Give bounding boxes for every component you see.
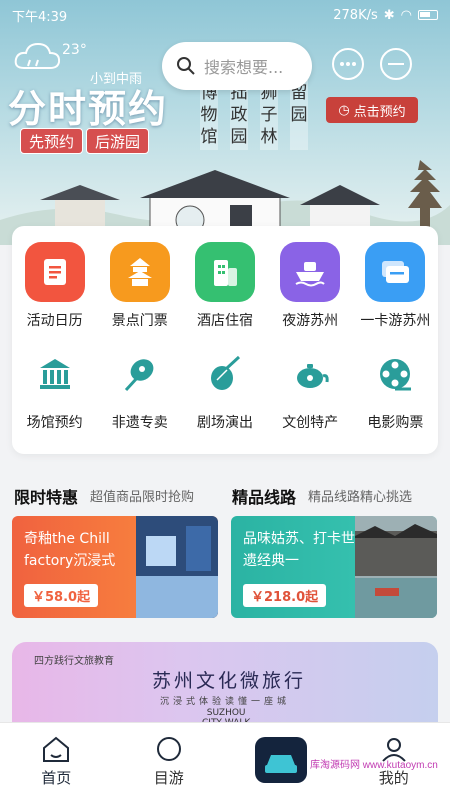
venue-list: 博物馆 拙政园 狮子林 留园 [200, 80, 308, 150]
banner-brand: 四方践行文旅教育 [34, 656, 114, 667]
home-icon [43, 736, 70, 762]
grid-item-night-tour[interactable]: 夜游苏州 [268, 242, 353, 330]
wifi-icon: ◠ [400, 7, 412, 23]
promo-title: 奇釉the Chill factory沉浸式 [24, 531, 116, 569]
pagoda-icon [109, 242, 170, 302]
grid-item-cultural-products[interactable]: 文创特产 [268, 344, 353, 432]
promo-title: 品味姑苏、打卡世遗经典一 [243, 531, 355, 569]
grid-label: 一卡游苏州 [360, 313, 431, 329]
museum-icon [25, 344, 85, 404]
reserve-button-label: 点击预约 [353, 104, 406, 120]
grid-label: 活动日历 [26, 313, 83, 329]
search-icon [177, 57, 195, 75]
grid-label: 酒店住宿 [196, 313, 253, 329]
temperature: 23° [62, 42, 87, 58]
building-icon [194, 242, 255, 302]
grid-item-hotel[interactable]: 酒店住宿 [182, 242, 267, 330]
grid-label: 景点门票 [111, 313, 168, 329]
section-title-flash-sale: 限时特惠 [14, 488, 79, 507]
explore-icon [156, 737, 181, 761]
nav-label: 首页 [41, 769, 72, 787]
reserve-button[interactable]: ◷ 点击预约 [326, 97, 418, 123]
section-subtitle-routes: 精品线路精心挑选 [308, 490, 413, 505]
search-bar[interactable]: 搜索想要... [162, 42, 312, 90]
grid-label: 电影购票 [367, 415, 424, 431]
quick-services-card: 活动日历 景点门票 酒店住宿 夜游苏州 一卡游苏州 场馆预约 非遗专卖 剧场演出… [12, 226, 438, 454]
venue-zhuozheng: 拙政园 [230, 80, 248, 150]
grid-item-activity-calendar[interactable]: 活动日历 [12, 242, 97, 330]
message-icon[interactable] [330, 46, 366, 82]
promo-card-chill-factory[interactable]: 奇釉the Chill factory沉浸式 ￥58.0起 [12, 516, 218, 618]
grid-item-scenic-tickets[interactable]: 景点门票 [97, 242, 182, 330]
status-indicators: 278K/s ✱ ◠ [333, 8, 438, 23]
logo-line-1: SUZHOU [206, 708, 246, 718]
hero-banner[interactable]: 下午4:39 278K/s ✱ ◠ 23° 小到中雨 分时预约 先预约 后游园 … [0, 0, 450, 245]
venue-liuyuan: 留园 [290, 80, 308, 150]
teapot-icon [280, 344, 340, 404]
banner-title: 苏州文化微旅行 [152, 670, 307, 692]
status-time: 下午4:39 [12, 9, 68, 25]
grid-label: 剧场演出 [196, 415, 253, 431]
venue-museum: 博物馆 [200, 80, 218, 150]
nav-item-home[interactable]: 首页 [0, 723, 113, 800]
film-reel-icon [365, 344, 425, 404]
calendar-icon [24, 242, 85, 302]
promo-price: ￥58.0起 [24, 584, 99, 607]
network-speed: 278K/s [333, 7, 378, 23]
watermark: 库淘源码网 www.kutaoym.cn [310, 760, 438, 771]
grid-label: 文创特产 [282, 415, 339, 431]
grid-item-venue-booking[interactable]: 场馆预约 [12, 344, 97, 432]
promo-card-heritage-route[interactable]: 品味姑苏、打卡世遗经典一 ￥218.0起 [231, 516, 437, 618]
promo-price: ￥218.0起 [243, 584, 327, 607]
battery-icon [418, 10, 438, 20]
grid-item-heritage-shop[interactable]: 非遗专卖 [97, 344, 182, 432]
banner-subtitle: 沉浸式体验读懂一座城 [160, 697, 291, 707]
app-badge-icon [255, 736, 308, 783]
grid-item-suzhou-card[interactable]: 一卡游苏州 [353, 242, 438, 330]
nav-item-explore[interactable]: 目游 [113, 723, 226, 800]
cloud-rain-icon [14, 42, 61, 69]
tag-visit-after: 后游园 [86, 128, 150, 154]
grid-item-movie-tickets[interactable]: 电影购票 [353, 344, 438, 432]
nav-label: 目游 [153, 769, 184, 787]
pipa-icon [195, 344, 255, 404]
promo-photo [355, 516, 437, 618]
section-title-routes: 精品线路 [232, 488, 297, 507]
card-icon [365, 242, 426, 302]
venue-shizilin: 狮子林 [260, 80, 278, 150]
scan-icon[interactable] [378, 46, 414, 82]
hero-actions [330, 46, 414, 82]
fan-icon [110, 344, 170, 404]
search-placeholder: 搜索想要... [204, 58, 284, 77]
bluetooth-icon: ✱ [383, 7, 395, 23]
grid-item-theater[interactable]: 剧场演出 [182, 344, 267, 432]
tag-reserve-first: 先预约 [20, 128, 84, 154]
status-bar: 下午4:39 278K/s ✱ ◠ [0, 0, 450, 30]
clock-icon: ◷ [338, 102, 350, 118]
grid-label: 场馆预约 [26, 415, 83, 431]
section-subtitle-flash-sale: 超值商品限时抢购 [90, 490, 195, 505]
promo-photo [136, 516, 218, 618]
hero-title: 分时预约 [8, 86, 169, 131]
boat-icon [280, 242, 341, 302]
grid-label: 夜游苏州 [282, 313, 339, 329]
grid-label: 非遗专卖 [111, 415, 168, 431]
